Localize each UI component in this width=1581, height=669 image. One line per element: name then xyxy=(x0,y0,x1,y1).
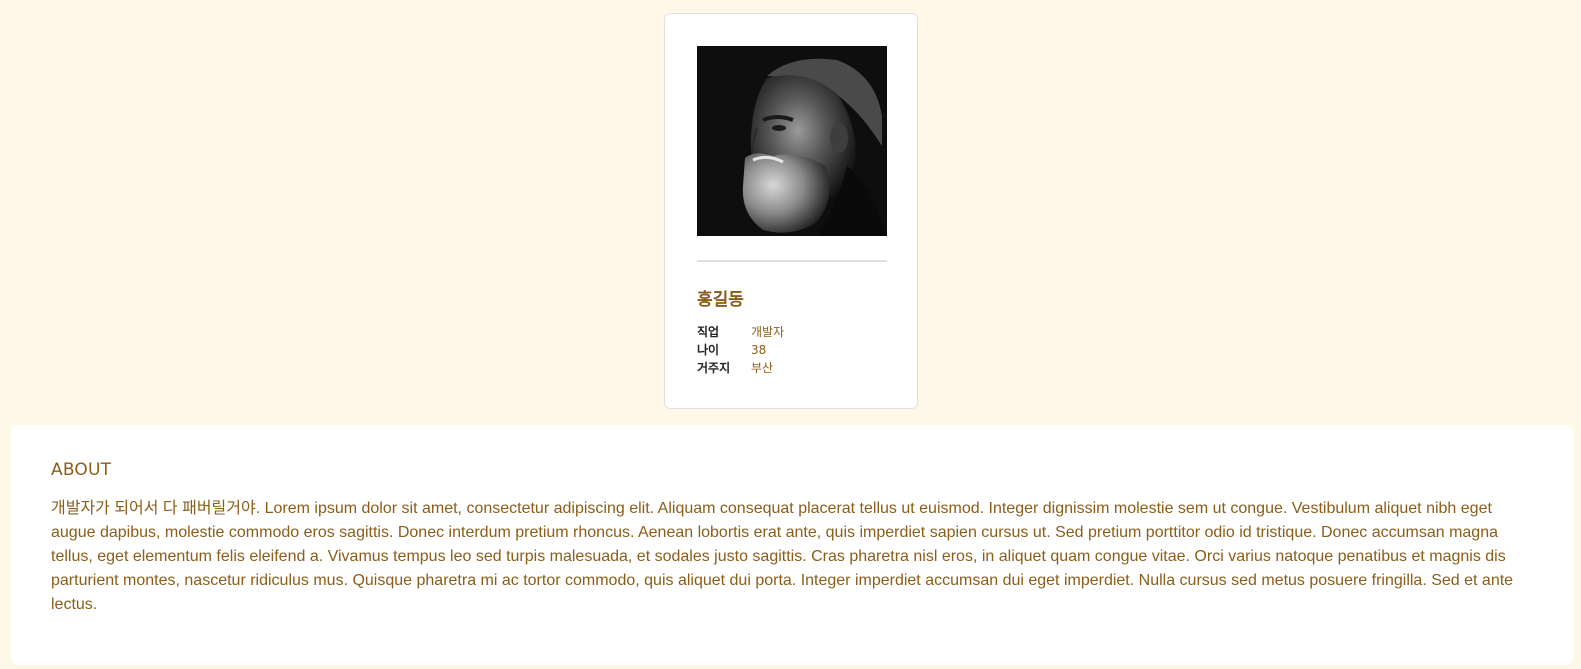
detail-row-job: 직업 개발자 xyxy=(697,323,784,341)
detail-label: 나이 xyxy=(697,343,720,357)
about-section: ABOUT 개발자가 되어서 다 패버릴거야. Lorem ipsum dolo… xyxy=(11,425,1573,665)
profile-card: 홍길동 직업 개발자 나이 38 거주지 부산 xyxy=(664,13,918,409)
detail-value: 부산 xyxy=(751,361,774,375)
card-divider xyxy=(697,260,887,262)
profile-photo xyxy=(697,46,887,236)
detail-label: 거주지 xyxy=(697,361,731,375)
detail-row-age: 나이 38 xyxy=(697,341,784,359)
detail-value: 개발자 xyxy=(751,325,785,339)
detail-value: 38 xyxy=(751,343,767,357)
profile-details: 직업 개발자 나이 38 거주지 부산 xyxy=(697,323,784,377)
profile-name: 홍길동 xyxy=(697,290,744,310)
detail-row-residence: 거주지 부산 xyxy=(697,359,784,377)
detail-label: 직업 xyxy=(697,325,720,339)
about-text: 개발자가 되어서 다 패버릴거야. Lorem ipsum dolor sit … xyxy=(51,500,1514,613)
about-title: ABOUT xyxy=(51,460,112,480)
